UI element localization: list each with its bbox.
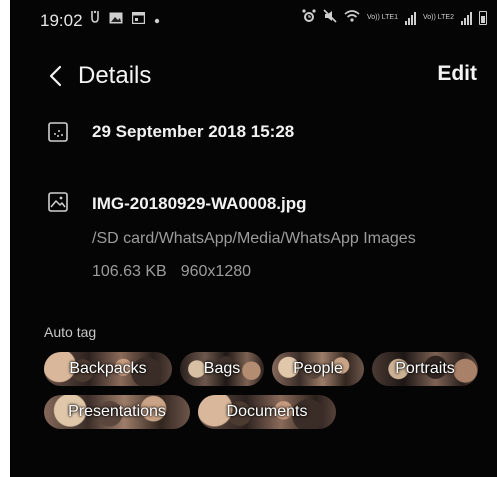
dot-icon xyxy=(154,11,160,27)
tag-label: Documents xyxy=(226,403,308,420)
mute-icon xyxy=(323,9,337,26)
battery-icon xyxy=(479,10,487,25)
calendar-icon xyxy=(131,11,146,27)
auto-tag-label: Auto tag xyxy=(44,324,97,340)
volte1-icon: Vo)) LTE1 xyxy=(367,14,398,21)
tag-label: Portraits xyxy=(395,360,455,377)
signal1-icon xyxy=(405,11,416,25)
date-row: 29 September 2018 15:28 xyxy=(10,118,497,148)
volte2-icon: Vo)) LTE2 xyxy=(423,14,454,21)
tag-label: Bags xyxy=(203,360,241,377)
file-path: /SD card/WhatsApp/Media/WhatsApp Images xyxy=(92,230,416,247)
wifi-icon xyxy=(344,9,360,26)
tag-label: Backpacks xyxy=(69,360,147,377)
back-arrow-icon[interactable] xyxy=(45,62,67,90)
tag-chip-backpacks[interactable]: Backpacks xyxy=(44,352,172,386)
file-size: 106.63 KB xyxy=(92,263,167,280)
file-name: IMG-20180929-WA0008.jpg xyxy=(92,194,307,213)
status-bar: 19:02 Vo)) LTE1 Vo)) LTE2 xyxy=(10,0,497,40)
tag-chip-presentations[interactable]: Presentations xyxy=(44,395,190,429)
tag-label: Presentations xyxy=(68,403,166,420)
status-left-icons xyxy=(90,10,160,27)
file-resolution: 960x1280 xyxy=(180,263,252,280)
tag-chip-bags[interactable]: Bags xyxy=(180,352,264,386)
calendar-icon xyxy=(47,121,69,143)
messenger-icon xyxy=(90,10,100,27)
status-right-icons: Vo)) LTE1 Vo)) LTE2 xyxy=(302,9,487,26)
tag-label: People xyxy=(293,360,343,377)
status-time: 19:02 xyxy=(40,11,83,30)
alarm-icon xyxy=(302,9,316,26)
gallery-icon xyxy=(109,11,123,27)
signal2-icon xyxy=(461,11,472,25)
app-header: Details Edit xyxy=(10,56,497,96)
file-meta: 106.63 KB 960x1280 xyxy=(92,263,251,281)
date-taken: 29 September 2018 15:28 xyxy=(92,122,295,141)
tag-chip-documents[interactable]: Documents xyxy=(198,395,336,429)
page-title: Details xyxy=(78,62,152,89)
details-screen: 19:02 Vo)) LTE1 Vo)) LTE2 Details Edit 2… xyxy=(10,0,497,477)
tag-chip-portraits[interactable]: Portraits xyxy=(372,352,478,386)
edit-button[interactable]: Edit xyxy=(437,62,477,86)
tag-chip-people[interactable]: People xyxy=(272,352,364,386)
image-icon xyxy=(47,191,69,213)
